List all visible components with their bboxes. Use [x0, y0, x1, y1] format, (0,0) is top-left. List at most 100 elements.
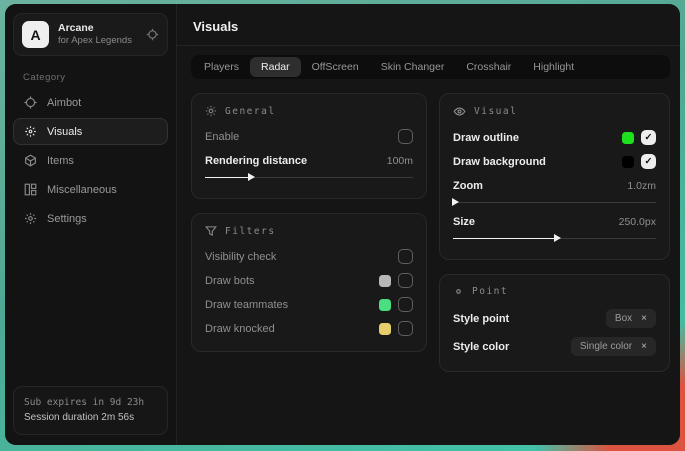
tab-bar: Players Radar OffScreen Skin Changer Cro… — [191, 55, 670, 79]
page-title: Visuals — [193, 19, 668, 34]
slider-thumb[interactable] — [248, 173, 255, 181]
style-color-row: Style color Single color × — [453, 334, 656, 359]
size-value: 250.0px — [619, 216, 656, 228]
zoom-slider[interactable] — [453, 197, 656, 207]
subscription-card: Sub expires in 9d 23h Session duration 2… — [13, 386, 168, 435]
draw-bots-color-swatch[interactable] — [379, 275, 391, 287]
enable-checkbox[interactable] — [398, 129, 413, 144]
draw-outline-color-swatch[interactable] — [622, 132, 634, 144]
style-point-label: Style point — [453, 313, 509, 325]
tag-label: Box — [615, 313, 632, 324]
panel-title: General — [225, 106, 276, 117]
check-icon: ✓ — [645, 156, 653, 167]
radar-icon — [23, 125, 37, 138]
draw-teammates-color-swatch[interactable] — [379, 299, 391, 311]
panel-point: Point Style point Box × Style color Sing… — [439, 274, 670, 372]
category-label: Category — [23, 72, 176, 83]
app-window: A Arcane for Apex Legends Category Aimbo… — [5, 4, 680, 445]
tab-crosshair[interactable]: Crosshair — [455, 57, 522, 77]
app-header-card: A Arcane for Apex Legends — [13, 13, 168, 56]
sidebar: A Arcane for Apex Legends Category Aimbo… — [5, 4, 177, 445]
draw-background-row: Draw background ✓ — [453, 151, 656, 172]
panel-filters: Filters Visibility check Draw bots — [191, 213, 427, 352]
zoom-label: Zoom — [453, 180, 483, 192]
rendering-distance-value: 100m — [387, 155, 413, 167]
visibility-check-label: Visibility check — [205, 251, 276, 263]
close-icon[interactable]: × — [641, 342, 647, 352]
layout-icon — [23, 183, 37, 196]
draw-knocked-row: Draw knocked — [205, 318, 413, 339]
sidebar-nav: Aimbot Visuals Items — [5, 89, 176, 232]
enable-label: Enable — [205, 131, 239, 143]
sidebar-item-visuals[interactable]: Visuals — [13, 118, 168, 145]
app-name: Arcane — [58, 22, 137, 35]
sidebar-item-settings[interactable]: Settings — [13, 205, 168, 232]
draw-knocked-label: Draw knocked — [205, 323, 275, 335]
draw-knocked-color-swatch[interactable] — [379, 323, 391, 335]
size-slider[interactable] — [453, 233, 656, 243]
draw-teammates-row: Draw teammates — [205, 294, 413, 315]
style-point-row: Style point Box × — [453, 306, 656, 331]
sun-icon — [205, 105, 217, 117]
sidebar-item-items[interactable]: Items — [13, 147, 168, 174]
draw-knocked-checkbox[interactable] — [398, 321, 413, 336]
draw-bots-label: Draw bots — [205, 275, 255, 287]
crosshair-icon — [23, 96, 37, 109]
sidebar-item-aimbot[interactable]: Aimbot — [13, 89, 168, 116]
panel-visual: Visual Draw outline ✓ Draw background — [439, 93, 670, 260]
rendering-distance-label: Rendering distance — [205, 155, 307, 167]
draw-outline-checkbox[interactable]: ✓ — [641, 130, 656, 145]
draw-teammates-checkbox[interactable] — [398, 297, 413, 312]
close-icon[interactable]: × — [641, 314, 647, 324]
draw-bots-row: Draw bots — [205, 270, 413, 291]
draw-background-color-swatch[interactable] — [622, 156, 634, 168]
tab-skin-changer[interactable]: Skin Changer — [370, 57, 456, 77]
sidebar-item-label: Visuals — [47, 126, 82, 138]
check-icon: ✓ — [645, 132, 653, 143]
draw-background-checkbox[interactable]: ✓ — [641, 154, 656, 169]
eye-icon — [453, 105, 466, 118]
app-subtitle: for Apex Legends — [58, 35, 137, 47]
tab-offscreen[interactable]: OffScreen — [301, 57, 370, 77]
sidebar-item-label: Miscellaneous — [47, 184, 117, 196]
sidebar-item-label: Settings — [47, 213, 87, 225]
app-logo: A — [22, 21, 49, 48]
rendering-distance-slider[interactable] — [205, 172, 413, 182]
draw-outline-label: Draw outline — [453, 132, 519, 144]
zoom-row: Zoom 1.0zm — [453, 175, 656, 196]
tab-highlight[interactable]: Highlight — [522, 57, 585, 77]
panel-title: Visual — [474, 106, 517, 117]
tag-label: Single color — [580, 341, 632, 352]
style-color-tag[interactable]: Single color × — [571, 337, 656, 356]
tab-radar[interactable]: Radar — [250, 57, 301, 77]
rendering-distance-row: Rendering distance 100m — [205, 150, 413, 171]
size-label: Size — [453, 216, 475, 228]
dot-icon — [453, 286, 464, 297]
gear-icon — [23, 212, 37, 225]
zoom-value: 1.0zm — [627, 180, 656, 192]
enable-row: Enable — [205, 126, 413, 147]
style-color-label: Style color — [453, 341, 509, 353]
slider-thumb[interactable] — [554, 234, 561, 242]
panel-title: Point — [472, 286, 508, 297]
style-point-tag[interactable]: Box × — [606, 309, 656, 328]
panel-general: General Enable Rendering distance 100m — [191, 93, 427, 199]
target-icon[interactable] — [146, 28, 159, 41]
sidebar-item-miscellaneous[interactable]: Miscellaneous — [13, 176, 168, 203]
sub-expiry-text: Sub expires in 9d 23h — [24, 395, 157, 410]
main-header: Visuals — [177, 4, 680, 46]
panel-title: Filters — [225, 226, 276, 237]
draw-outline-row: Draw outline ✓ — [453, 127, 656, 148]
visibility-check-checkbox[interactable] — [398, 249, 413, 264]
box-icon — [23, 154, 37, 167]
sidebar-item-label: Aimbot — [47, 97, 81, 109]
slider-thumb[interactable] — [452, 198, 459, 206]
draw-teammates-label: Draw teammates — [205, 299, 288, 311]
draw-bots-checkbox[interactable] — [398, 273, 413, 288]
sidebar-item-label: Items — [47, 155, 74, 167]
visibility-check-row: Visibility check — [205, 246, 413, 267]
session-duration-text: Session duration 2m 56s — [24, 410, 157, 426]
tab-players[interactable]: Players — [193, 57, 250, 77]
size-row: Size 250.0px — [453, 211, 656, 232]
funnel-icon — [205, 225, 217, 237]
